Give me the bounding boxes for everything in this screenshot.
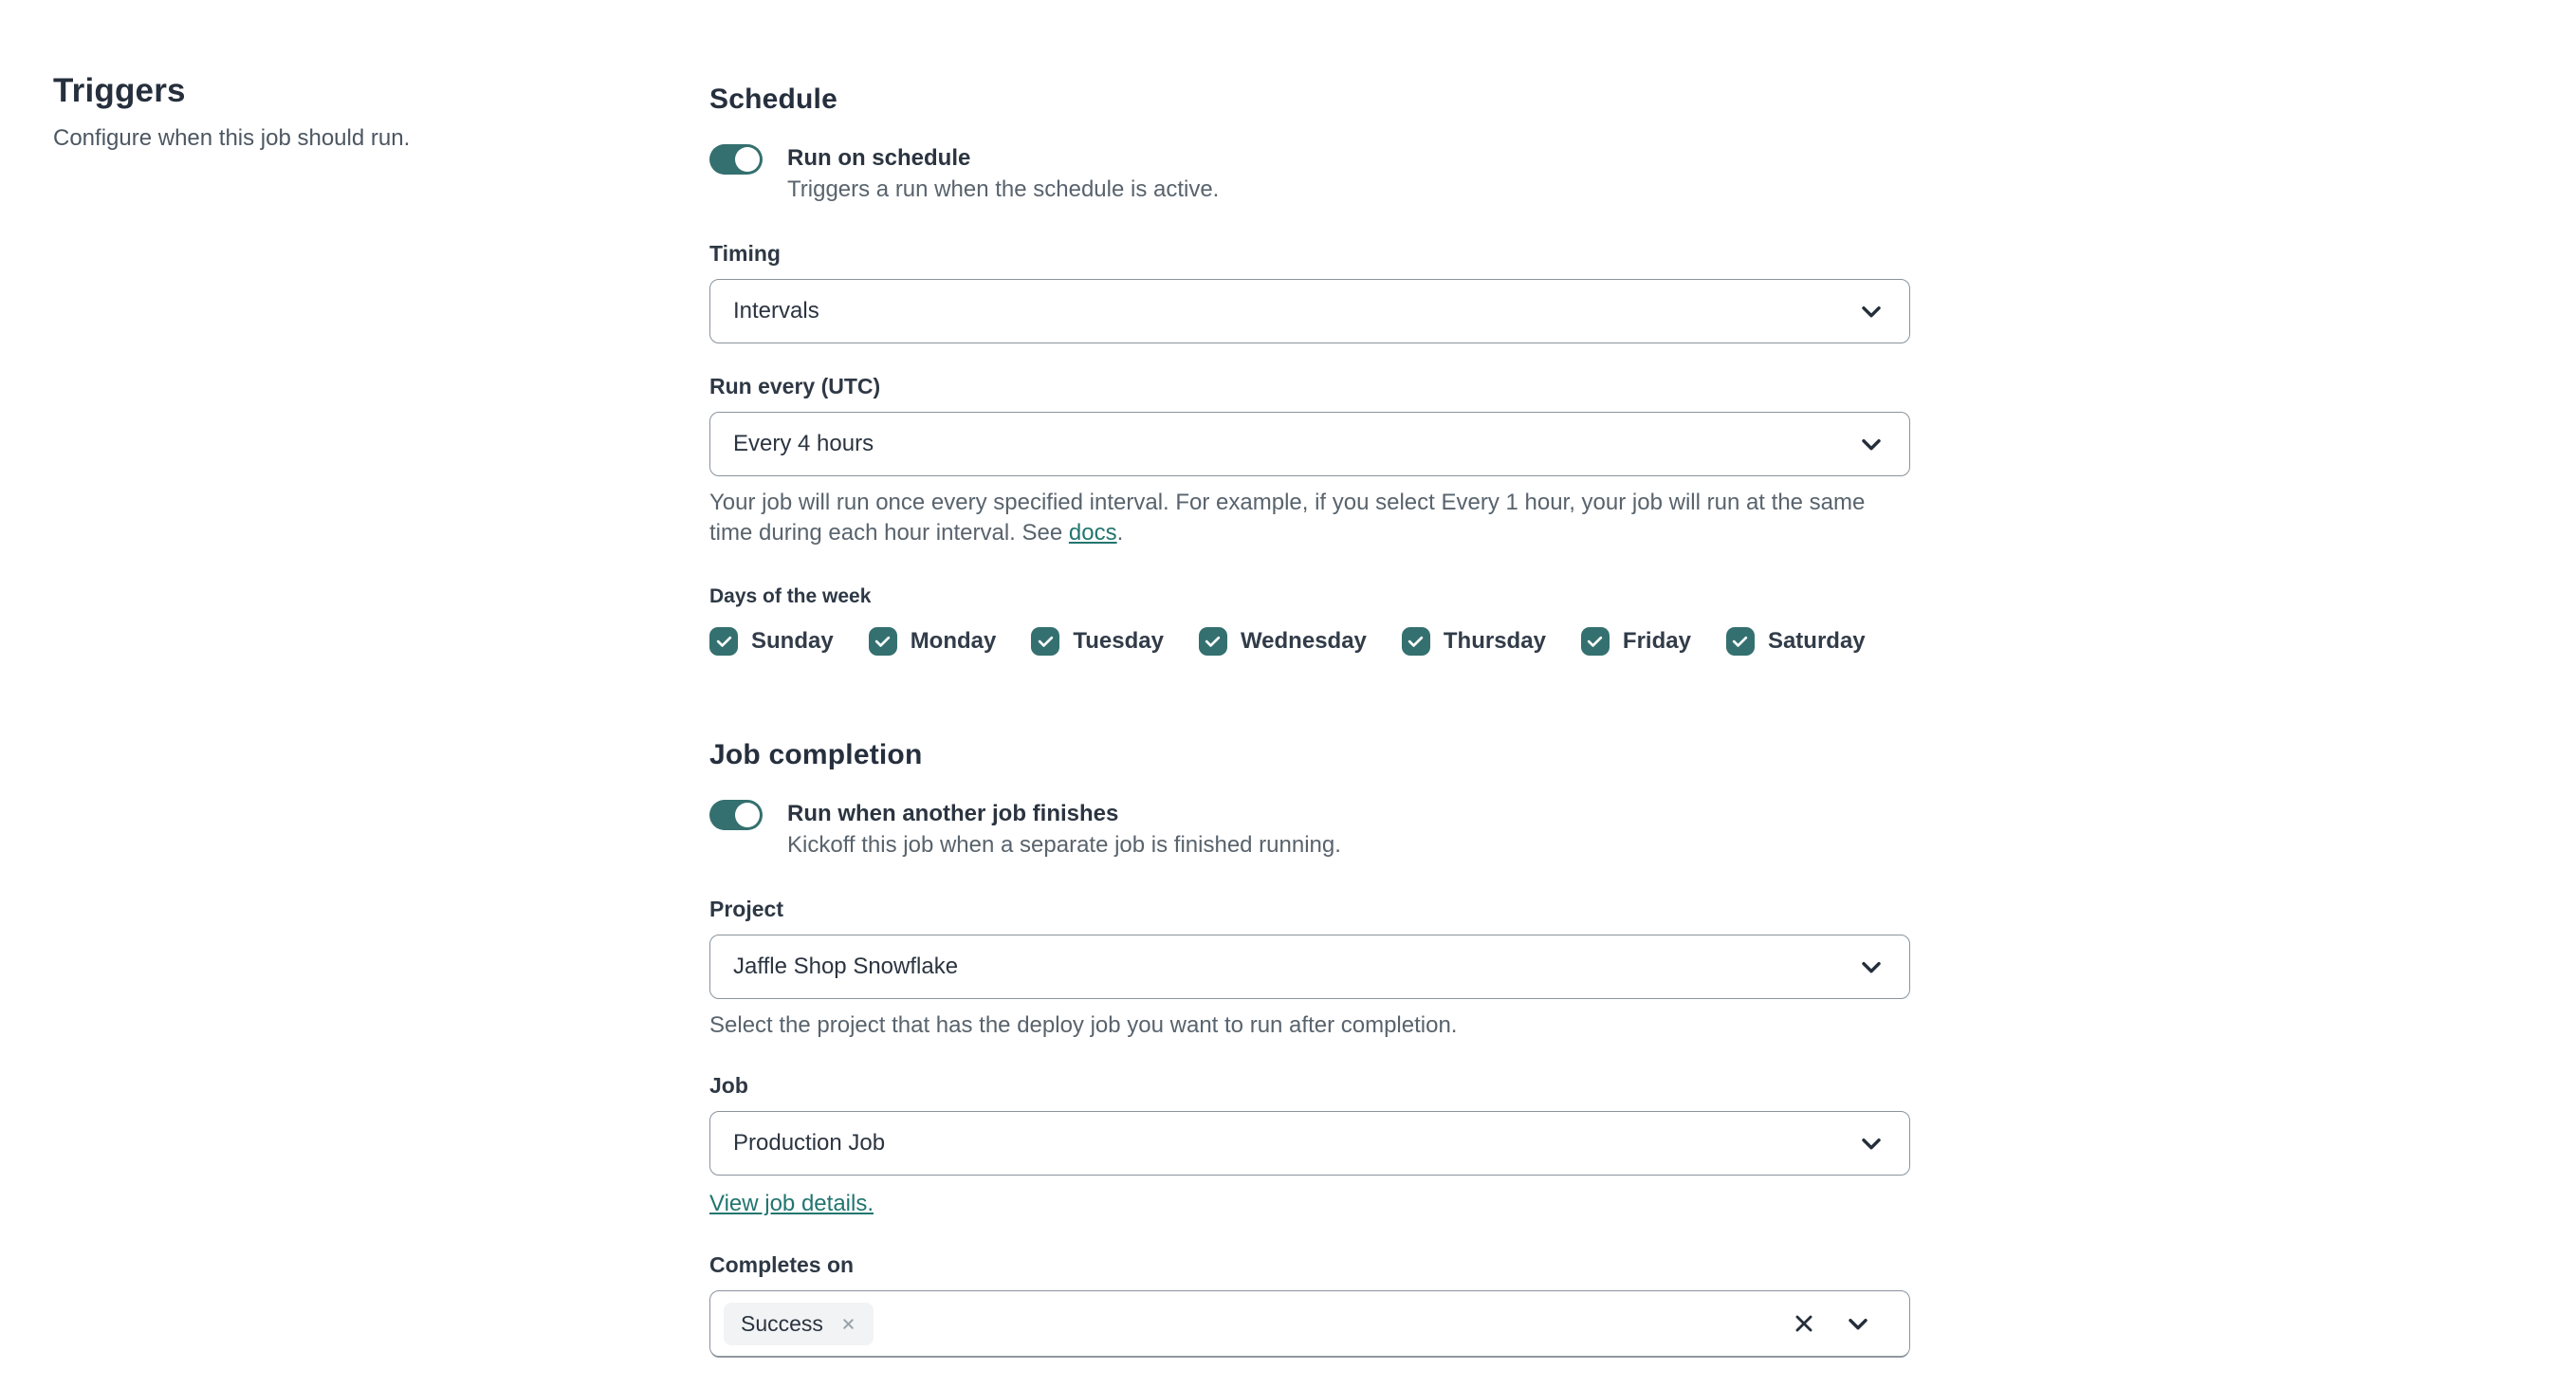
days-of-week-label: Days of the week [709,585,872,607]
run-on-schedule-label: Run on schedule [787,145,971,171]
checkbox-checked-icon [1725,627,1755,656]
triggers-form: Schedule Run on schedule Triggers a run … [709,82,1910,1357]
run-when-finishes-row: Run when another job finishes Kickoff th… [709,798,1910,861]
tag-label: Success [741,1310,823,1336]
run-when-finishes-label: Run when another job finishes [787,801,1119,826]
day-label: Wednesday [1240,628,1367,654]
run-on-schedule-toggle[interactable] [709,144,763,175]
chevron-down-icon [1856,429,1886,459]
run-when-finishes-text: Run when another job finishes Kickoff th… [787,798,1341,861]
job-completion-section-heading: Job completion [709,739,923,770]
project-help-text: Select the project that has the deploy j… [709,1012,1458,1038]
run-on-schedule-row: Run on schedule Triggers a run when the … [709,142,1910,205]
chevron-down-icon [1856,952,1886,982]
completes-on-label: Completes on [709,1252,855,1277]
day-label: Sunday [751,628,834,654]
view-job-details-link[interactable]: View job details. [709,1190,874,1218]
docs-link[interactable]: docs [1069,520,1117,546]
day-checkbox-thursday[interactable]: Thursday [1401,627,1546,656]
clear-all-icon[interactable] [1792,1311,1816,1336]
completes-on-multiselect[interactable]: Success [709,1290,1910,1357]
chevron-down-icon [1856,1128,1886,1158]
page-subtitle: Configure when this job should run. [53,125,411,151]
job-selected-value: Production Job [733,1130,886,1156]
page-title: Triggers [53,72,186,109]
chevron-down-icon[interactable] [1843,1308,1873,1339]
day-checkbox-sunday[interactable]: Sunday [709,627,834,656]
triggers-intro: Triggers Configure when this job should … [53,70,641,154]
project-select[interactable]: Jaffle Shop Snowflake [709,935,1910,999]
run-every-selected-value: Every 4 hours [733,431,874,456]
checkbox-checked-icon [1031,627,1060,656]
day-label: Tuesday [1073,628,1164,654]
run-on-schedule-description: Triggers a run when the schedule is acti… [787,176,1220,202]
run-every-label: Run every (UTC) [709,374,881,398]
day-checkbox-saturday[interactable]: Saturday [1725,627,1866,656]
toggle-knob [735,803,760,827]
days-of-week-group: Sunday Monday Tuesday Wednesday Thursday… [709,627,1910,656]
timing-select[interactable]: Intervals [709,279,1910,343]
toggle-knob [735,147,760,172]
job-label: Job [709,1073,748,1098]
checkbox-checked-icon [709,627,738,656]
day-label: Friday [1622,628,1691,654]
checkbox-checked-icon [868,627,897,656]
job-select[interactable]: Production Job [709,1111,1910,1176]
day-label: Saturday [1767,628,1866,654]
day-checkbox-tuesday[interactable]: Tuesday [1031,627,1164,656]
run-when-finishes-description: Kickoff this job when a separate job is … [787,832,1341,858]
day-checkbox-monday[interactable]: Monday [868,627,997,656]
project-label: Project [709,897,783,921]
selected-status-tag: Success [724,1302,874,1345]
day-checkbox-wednesday[interactable]: Wednesday [1198,627,1367,656]
run-every-help-text: Your job will run once every specified i… [709,488,1910,548]
run-every-help-prefix: Your job will run once every specified i… [709,490,1866,546]
schedule-section-heading: Schedule [709,83,837,115]
project-selected-value: Jaffle Shop Snowflake [733,954,959,979]
remove-tag-icon[interactable] [840,1316,856,1332]
chevron-down-icon [1856,296,1886,326]
checkbox-checked-icon [1198,627,1227,656]
run-every-select[interactable]: Every 4 hours [709,412,1910,476]
day-label: Monday [910,628,997,654]
timing-label: Timing [709,241,781,266]
day-label: Thursday [1443,628,1546,654]
run-when-finishes-toggle[interactable] [709,800,763,830]
timing-selected-value: Intervals [733,298,819,324]
checkbox-checked-icon [1401,627,1430,656]
day-checkbox-friday[interactable]: Friday [1580,627,1691,656]
checkbox-checked-icon [1580,627,1610,656]
run-on-schedule-text: Run on schedule Triggers a run when the … [787,142,1219,205]
run-every-help-suffix: . [1116,520,1124,546]
